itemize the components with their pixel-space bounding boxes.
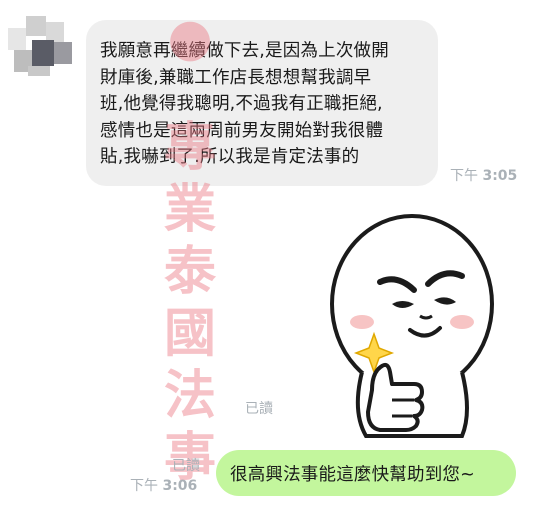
message-line: 班,他覺得我聰明,不過我有正職拒絕,: [100, 94, 383, 114]
outgoing-timestamp: 下午 3:06: [130, 475, 197, 495]
watermark-char: 泰: [163, 241, 216, 302]
outgoing-read-receipt: 已讀: [172, 458, 200, 474]
timestamp-time: 3:06: [162, 478, 198, 494]
watermark-char: 法: [163, 365, 216, 426]
sticker-read-receipt: 已讀: [245, 401, 273, 417]
timestamp-prefix: 下午: [130, 478, 158, 494]
timestamp-prefix: 下午: [450, 168, 478, 184]
contact-avatar[interactable]: [8, 10, 74, 76]
watermark-char: 業: [163, 179, 216, 240]
outgoing-message-bubble[interactable]: 很高興法事能這麼快幫助到您~: [216, 450, 516, 496]
watermark-char: 國: [163, 303, 216, 364]
message-line: 貼,我嚇到了.所以我是肯定法事的: [100, 147, 360, 167]
message-line: 感情也是這兩周前男友開始對我很體: [100, 120, 384, 141]
message-line: 財庫後,兼職工作店長想想幫我調早: [100, 67, 372, 88]
timestamp-time: 3:05: [482, 168, 518, 184]
incoming-message-bubble[interactable]: 我願意再繼續做下去,是因為上次做開 財庫後,兼職工作店長想想幫我調早 班,他覺得…: [86, 20, 438, 186]
thumbs-up-smirk-sticker-icon[interactable]: [322, 212, 506, 438]
incoming-timestamp: 下午 3:05: [450, 165, 517, 185]
outgoing-message-text: 很高興法事能這麼快幫助到您~: [230, 464, 475, 485]
message-line: 我願意再繼續做下去,是因為上次做開: [100, 41, 389, 61]
